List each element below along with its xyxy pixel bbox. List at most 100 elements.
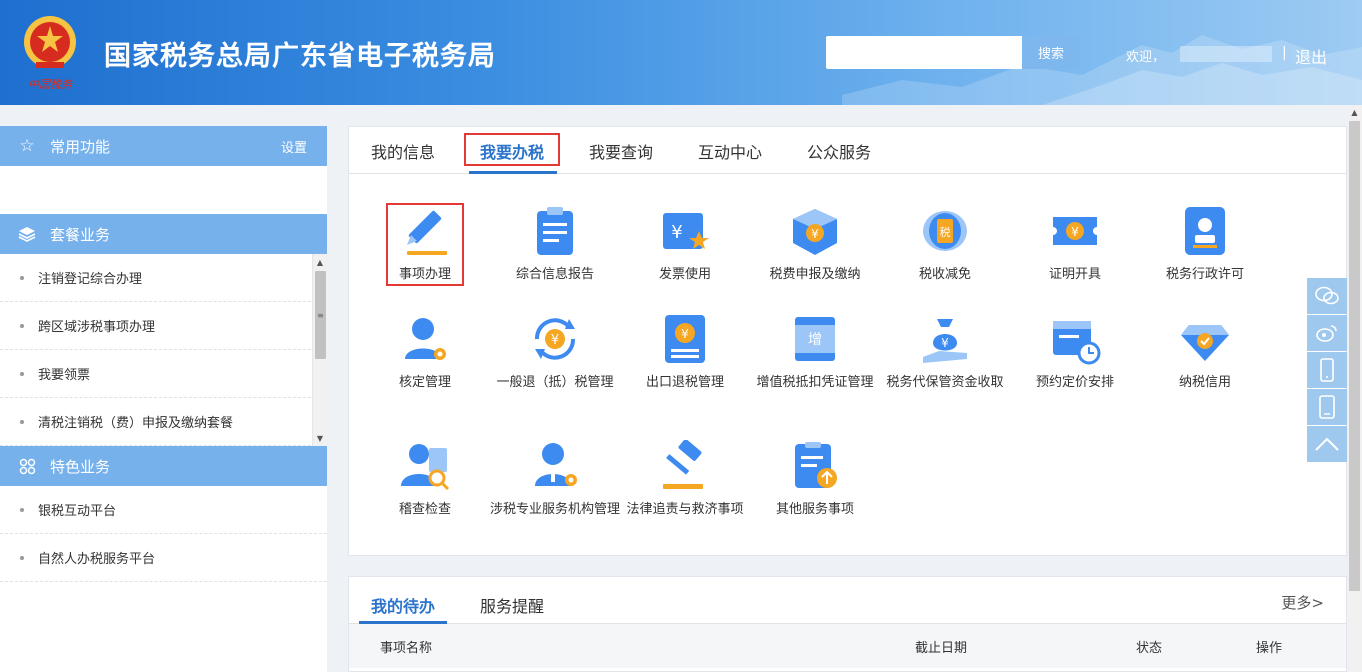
tab-interaction[interactable]: 互动中心 — [698, 139, 762, 163]
invoice-icon: ¥ — [663, 213, 709, 249]
money-bag-icon: ¥ — [923, 319, 967, 363]
service-label: 证明开具 — [1048, 267, 1101, 282]
svg-text:¥: ¥ — [811, 227, 819, 241]
service-label: 核定管理 — [398, 375, 451, 390]
svg-text:¥: ¥ — [671, 222, 682, 243]
bullet-icon — [20, 507, 24, 512]
service-label: 纳税信用 — [1178, 375, 1231, 390]
bullet-icon — [20, 419, 24, 424]
user-name-masked — [1180, 46, 1272, 62]
scroll-down-icon[interactable]: ▼ — [313, 430, 327, 446]
header-separator: | — [1282, 45, 1287, 61]
service-item-matter[interactable]: 事项办理 — [360, 205, 490, 284]
service-item-admin-license[interactable]: 税务行政许可 — [1140, 205, 1270, 284]
service-label: 税务行政许可 — [1165, 267, 1244, 282]
svg-text:税: 税 — [940, 225, 951, 239]
service-item-invoice[interactable]: ¥ 发票使用 — [620, 205, 750, 284]
service-item-declare-pay[interactable]: ¥ 税费申报及缴纳 — [750, 205, 880, 284]
sidebar-package-title: 套餐业务 — [50, 225, 111, 244]
service-item-custody-funds[interactable]: ¥ 税务代保管资金收取 — [880, 313, 1010, 392]
service-item-pricing-arrangement[interactable]: 预约定价安排 — [1010, 313, 1140, 392]
scroll-up-icon[interactable]: ▲ — [313, 254, 327, 270]
search-button[interactable]: 搜索 — [1022, 36, 1080, 69]
sidebar-special-header[interactable]: 特色业务 — [0, 446, 327, 486]
clipboard-icon — [537, 207, 573, 255]
more-link[interactable]: 更多> — [1281, 592, 1324, 613]
tab-my-todo[interactable]: 我的待办 — [371, 593, 435, 617]
bullet-icon — [20, 275, 24, 280]
service-label: 增值税抵扣凭证管理 — [756, 375, 874, 390]
sidebar-common-title: 常用功能 — [50, 137, 111, 156]
service-item-certificate[interactable]: ¥ 证明开具 — [1010, 205, 1140, 284]
svg-text:¥: ¥ — [681, 327, 689, 341]
inspect-icon — [401, 444, 450, 491]
service-item-export-refund[interactable]: ¥ 出口退税管理 — [620, 313, 750, 392]
sidebar-item-cross-region[interactable]: 跨区域涉税事项办理 — [0, 302, 311, 350]
service-item-vat-voucher[interactable]: 增 增值税抵扣凭证管理 — [750, 313, 880, 392]
bullet-icon — [20, 323, 24, 328]
sidebar-item-get-invoice[interactable]: 我要领票 — [0, 350, 311, 398]
service-item-assessment[interactable]: 核定管理 — [360, 313, 490, 392]
sidebar-common-header[interactable]: ☆ 常用功能 设置 — [0, 126, 327, 166]
sidebar-item-label: 跨区域涉税事项办理 — [38, 320, 156, 335]
tab-service-reminder[interactable]: 服务提醒 — [480, 593, 544, 617]
service-item-other[interactable]: 其他服务事项 — [750, 440, 880, 519]
svg-text:¥: ¥ — [941, 336, 949, 350]
service-item-refund[interactable]: ¥ 一般退（抵）税管理 — [490, 313, 620, 392]
page-scrollbar[interactable]: ▲ — [1347, 105, 1362, 672]
logout-link[interactable]: 退出 — [1295, 44, 1327, 68]
special-list: 银税互动平台 自然人办税服务平台 — [0, 486, 327, 582]
service-label: 税务代保管资金收取 — [886, 375, 1004, 390]
sidebar-item-bank-tax[interactable]: 银税互动平台 — [0, 486, 327, 534]
site-header: 中国税务 国家税务总局广东省电子税务局 搜索 欢迎， | 退出 — [0, 0, 1362, 105]
back-to-top-icon[interactable] — [1307, 426, 1347, 462]
service-label: 一般退（抵）税管理 — [496, 375, 614, 390]
welcome-text: 欢迎， — [1126, 50, 1166, 65]
sidebar-item-clear-tax-package[interactable]: 清税注销税（费）申报及缴纳套餐 — [0, 398, 311, 446]
service-item-inspection[interactable]: 稽查检查 — [360, 440, 490, 519]
service-item-legal-remedy[interactable]: 法律追责与救济事项 — [620, 440, 750, 519]
weibo-icon[interactable] — [1307, 315, 1347, 351]
main-tabs: 我的信息 我要办税 我要查询 互动中心 公众服务 — [349, 127, 1346, 174]
gavel-icon — [663, 440, 703, 489]
tablet-icon[interactable] — [1307, 389, 1347, 425]
main-panel: 我的信息 我要办税 我要查询 互动中心 公众服务 事项办理 综合信息报告 ¥ 发… — [348, 126, 1347, 556]
tax-coin-icon: 税 — [923, 211, 967, 251]
tab-active-underline — [469, 171, 557, 174]
sidebar-item-cancel-registration[interactable]: 注销登记综合办理 — [0, 254, 311, 302]
page-scroll-thumb[interactable] — [1349, 121, 1360, 591]
service-label: 发票使用 — [658, 267, 711, 282]
star-icon: ☆ — [19, 136, 35, 156]
tab-public-service[interactable]: 公众服务 — [807, 139, 871, 163]
sidebar-item-label: 银税互动平台 — [38, 504, 117, 519]
bullet-icon — [20, 371, 24, 376]
service-label: 预约定价安排 — [1035, 375, 1114, 390]
tab-query[interactable]: 我要查询 — [589, 139, 653, 163]
sidebar-package-header[interactable]: 套餐业务 — [0, 214, 327, 254]
todo-table-header: 事项名称 截止日期 状态 操作 — [349, 624, 1346, 668]
svg-text:¥: ¥ — [551, 333, 559, 348]
floating-toolbar — [1307, 278, 1347, 463]
settings-link[interactable]: 设置 — [281, 137, 307, 156]
other-doc-icon — [795, 442, 837, 488]
sidebar-item-natural-person[interactable]: 自然人办税服务平台 — [0, 534, 327, 582]
tax-emblem-logo: 中国税务 — [24, 16, 76, 91]
search-input[interactable] — [826, 36, 1022, 69]
tab-highlight-box — [464, 133, 560, 166]
service-label: 税费申报及缴纳 — [769, 267, 861, 282]
service-item-tax-credit[interactable]: 纳税信用 — [1140, 313, 1270, 392]
service-label: 稽查检查 — [398, 502, 451, 517]
service-item-info-report[interactable]: 综合信息报告 — [490, 205, 620, 284]
service-label: 涉税专业服务机构管理 — [490, 502, 621, 517]
scroll-thumb[interactable]: ≡ — [315, 271, 326, 359]
sidebar-scrollbar[interactable]: ▲ ≡ ▼ — [312, 254, 327, 446]
col-action: 操作 — [1256, 641, 1283, 656]
tab-my-info[interactable]: 我的信息 — [371, 139, 435, 163]
col-deadline: 截止日期 — [915, 641, 968, 656]
page-scroll-up-icon[interactable]: ▲ — [1347, 105, 1362, 119]
common-functions-empty — [0, 166, 327, 214]
mobile-icon[interactable] — [1307, 352, 1347, 388]
service-item-tax-relief[interactable]: 税 税收减免 — [880, 205, 1010, 284]
service-item-agency-mgmt[interactable]: 涉税专业服务机构管理 — [490, 440, 620, 519]
wechat-icon[interactable] — [1307, 278, 1347, 314]
